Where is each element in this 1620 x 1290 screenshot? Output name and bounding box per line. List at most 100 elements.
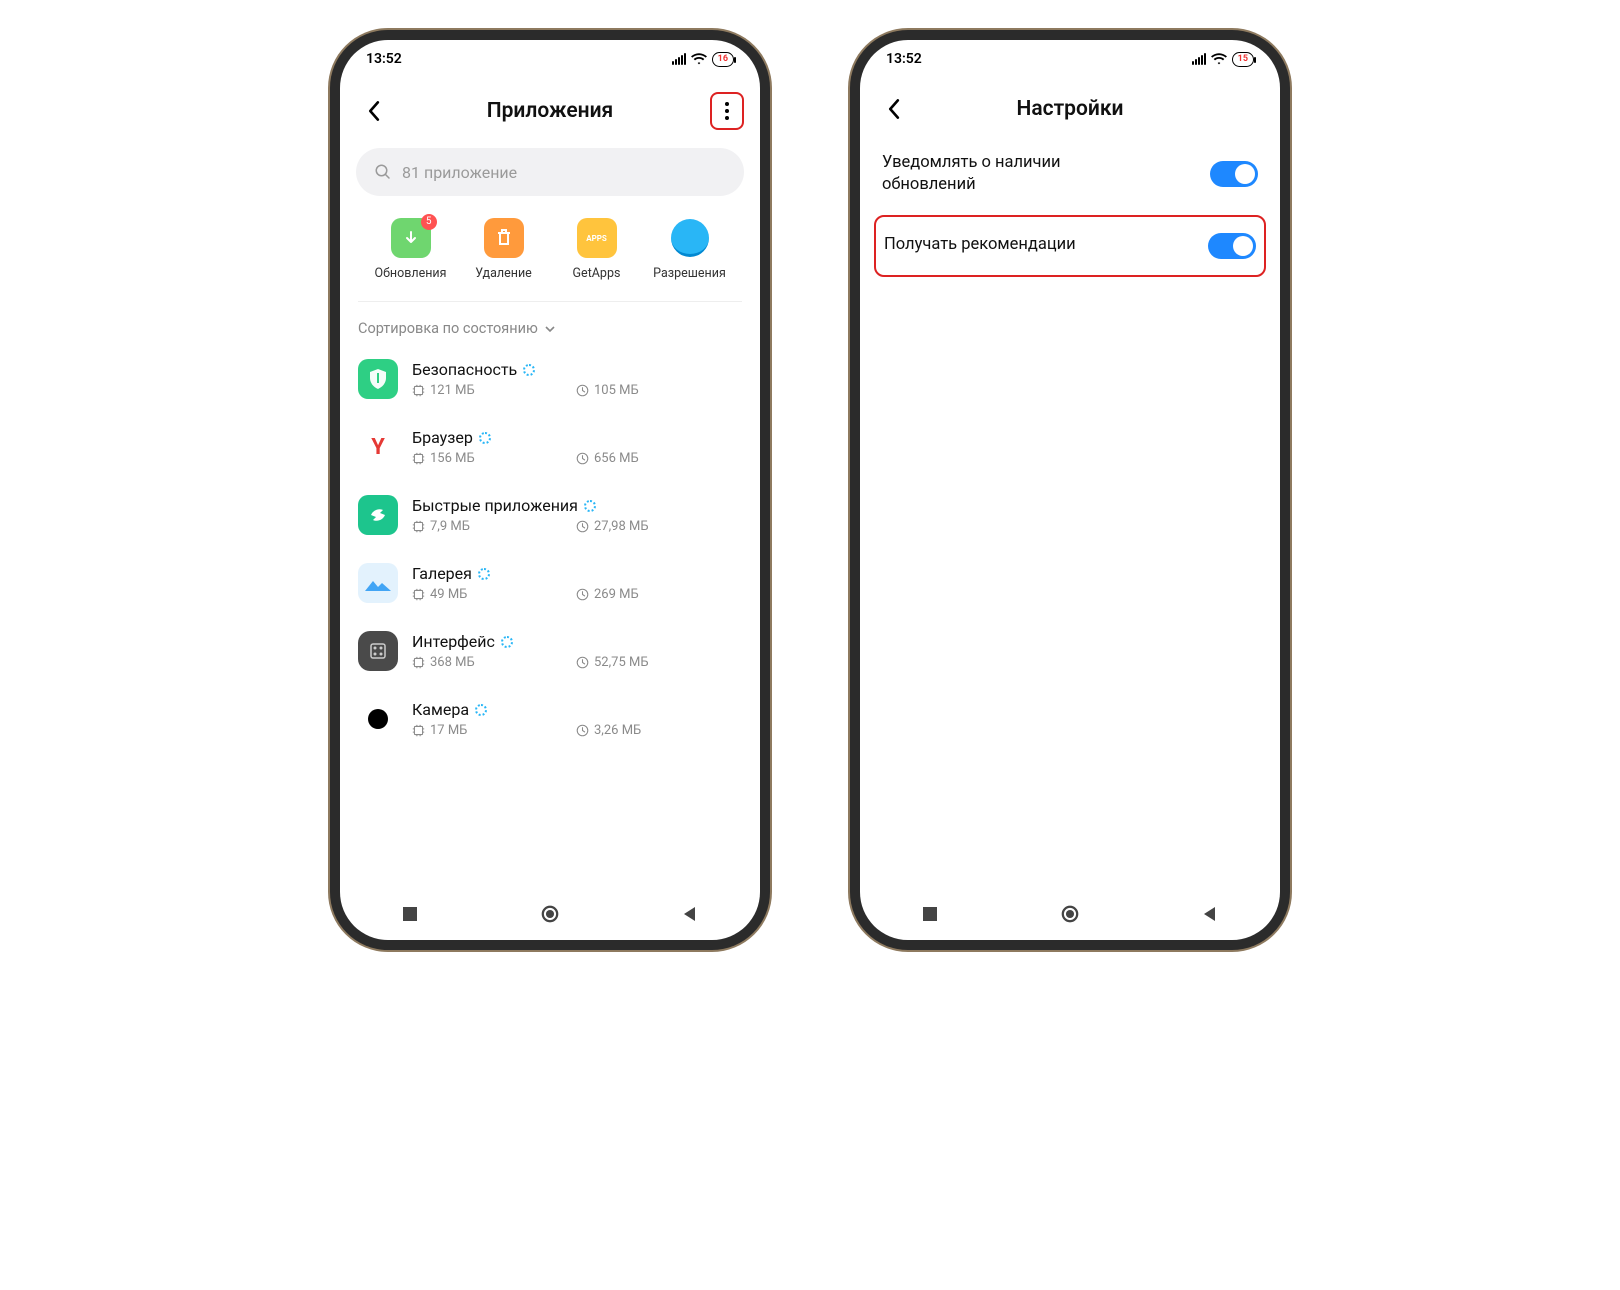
storage: 49 МБ (430, 587, 467, 602)
chip-icon (412, 384, 425, 397)
storage: 368 МБ (430, 655, 475, 670)
nav-bar (340, 888, 760, 940)
updates-icon: 5 (391, 218, 431, 258)
nav-home-icon[interactable] (1061, 905, 1079, 923)
app-row[interactable]: Интерфейс 368 МБ 52,75 МБ (358, 617, 742, 685)
phone-settings: 13:52 15 Настройки Уведомлять о наличии … (860, 40, 1280, 940)
loading-icon (475, 704, 487, 716)
status-bar: 13:52 16 (340, 40, 760, 78)
time: 3,26 МБ (594, 723, 641, 738)
time: 269 МБ (594, 587, 639, 602)
quick-permissions[interactable]: Разрешения (643, 218, 736, 281)
toggle-switch[interactable] (1210, 161, 1258, 187)
loading-icon (479, 432, 491, 444)
search-icon (374, 163, 392, 181)
sort-dropdown[interactable]: Сортировка по состоянию (340, 302, 760, 345)
toggle-switch[interactable] (1208, 233, 1256, 259)
app-name: Интерфейс (412, 632, 495, 651)
quick-label: GetApps (573, 266, 621, 281)
clock-icon (576, 520, 589, 533)
app-row[interactable]: Y Браузер 156 МБ 656 МБ (358, 413, 742, 481)
time: 27,98 МБ (594, 519, 649, 534)
storage: 17 МБ (430, 723, 467, 738)
setting-label: Получать рекомендации (884, 234, 1076, 256)
quick-label: Удаление (475, 266, 532, 281)
phone-apps: 13:52 16 Приложения 81 приложение 5 Обно… (340, 40, 760, 940)
chip-icon (412, 656, 425, 669)
app-name: Быстрые приложения (412, 496, 578, 515)
time: 105 МБ (594, 383, 639, 398)
yandex-icon: Y (358, 427, 398, 467)
page-title: Настройки (910, 97, 1230, 121)
chip-icon (412, 588, 425, 601)
clock-icon (576, 384, 589, 397)
gallery-icon (358, 563, 398, 603)
loading-icon (501, 636, 513, 648)
nav-recent-icon[interactable] (401, 905, 419, 923)
storage: 121 МБ (430, 383, 475, 398)
app-row[interactable]: Быстрые приложения 7,9 МБ 27,98 МБ (358, 481, 742, 549)
time: 656 МБ (594, 451, 639, 466)
getapps-icon: APPS (577, 218, 617, 258)
loading-icon (523, 364, 535, 376)
delete-icon (484, 218, 524, 258)
page-title: Приложения (390, 99, 710, 123)
setting-recommendations[interactable]: Получать рекомендации (876, 217, 1264, 275)
interface-icon (358, 631, 398, 671)
clock: 13:52 (366, 51, 402, 67)
updates-badge: 5 (421, 214, 437, 230)
app-bar: Приложения (340, 78, 760, 138)
status-bar: 13:52 15 (860, 40, 1280, 78)
quick-getapps[interactable]: APPS GetApps (550, 218, 643, 281)
fastapps-icon (358, 495, 398, 535)
search-input[interactable]: 81 приложение (356, 148, 744, 196)
quick-label: Обновления (374, 266, 446, 281)
app-bar: Настройки (860, 78, 1280, 134)
quick-delete[interactable]: Удаление (457, 218, 550, 281)
signal-icon (1192, 53, 1206, 65)
setting-label: Уведомлять о наличии обновлений (882, 152, 1132, 197)
status-indicators: 16 (672, 52, 734, 67)
loading-icon (478, 568, 490, 580)
storage: 7,9 МБ (430, 519, 470, 534)
app-list: Безопасность 121 МБ 105 МБ Y Браузер 156… (340, 345, 760, 753)
battery-icon: 16 (712, 52, 734, 67)
nav-home-icon[interactable] (541, 905, 559, 923)
sort-label: Сортировка по состоянию (358, 320, 538, 337)
nav-bar (860, 888, 1280, 940)
app-row[interactable]: Галерея 49 МБ 269 МБ (358, 549, 742, 617)
app-row[interactable]: Безопасность 121 МБ 105 МБ (358, 345, 742, 413)
quick-label: Разрешения (653, 266, 726, 281)
app-name: Безопасность (412, 360, 517, 379)
quick-updates[interactable]: 5 Обновления (364, 218, 457, 281)
back-button[interactable] (876, 92, 910, 126)
nav-back-icon[interactable] (1201, 905, 1219, 923)
clock-icon (576, 724, 589, 737)
chevron-down-icon (544, 325, 556, 333)
chip-icon (412, 452, 425, 465)
highlight-recommendations: Получать рекомендации (874, 215, 1266, 277)
search-placeholder: 81 приложение (402, 163, 517, 182)
shield-icon (358, 359, 398, 399)
clock-icon (576, 588, 589, 601)
setting-notify-updates[interactable]: Уведомлять о наличии обновлений (860, 134, 1280, 215)
battery-icon: 15 (1232, 52, 1254, 67)
clock: 13:52 (886, 51, 922, 67)
signal-icon (672, 53, 686, 65)
app-name: Камера (412, 700, 469, 719)
permissions-icon (670, 218, 710, 258)
app-name: Браузер (412, 428, 473, 447)
camera-icon (358, 699, 398, 739)
nav-back-icon[interactable] (681, 905, 699, 923)
loading-icon (584, 500, 596, 512)
chip-icon (412, 724, 425, 737)
chip-icon (412, 520, 425, 533)
more-button[interactable] (710, 92, 744, 130)
back-button[interactable] (356, 94, 390, 128)
app-row[interactable]: Камера 17 МБ 3,26 МБ (358, 685, 742, 753)
nav-recent-icon[interactable] (921, 905, 939, 923)
status-indicators: 15 (1192, 52, 1254, 67)
time: 52,75 МБ (594, 655, 649, 670)
clock-icon (576, 452, 589, 465)
storage: 156 МБ (430, 451, 475, 466)
